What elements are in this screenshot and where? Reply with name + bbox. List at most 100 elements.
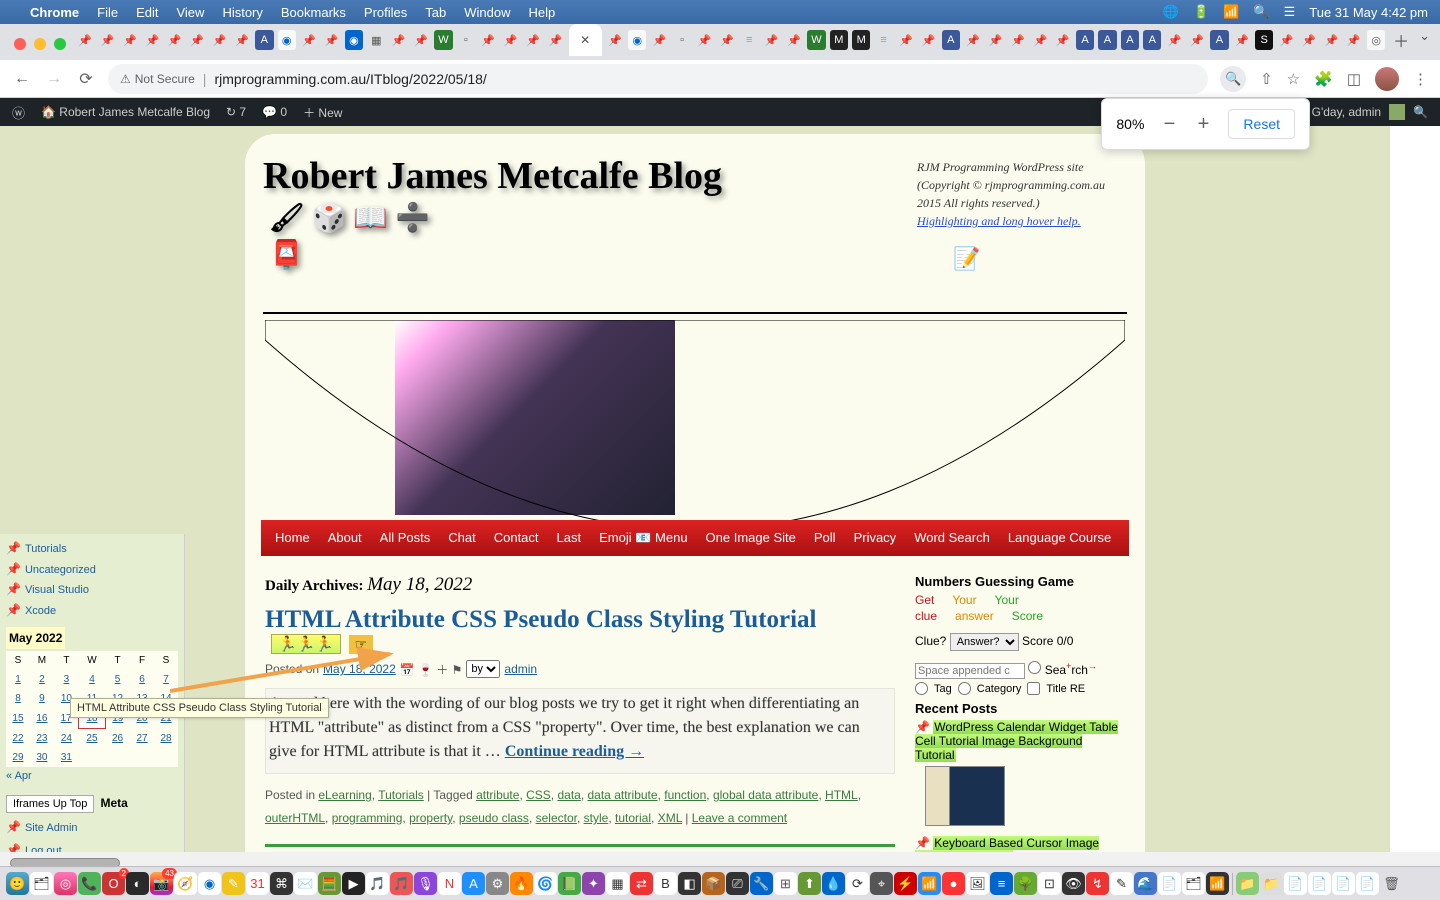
wp-comments[interactable]: 💬 0 [262,105,287,119]
tab-favicon[interactable]: 📌 [897,30,915,50]
menu-bookmarks[interactable]: Bookmarks [281,5,346,20]
meta-link[interactable]: Site Admin [25,822,78,834]
tab-favicon[interactable]: 📌 [695,30,713,50]
dock-app[interactable]: 📁 [1260,872,1283,895]
clock[interactable]: Tue 31 May 4:42 pm [1309,5,1428,20]
calendar-day-link[interactable]: 31 [61,752,72,763]
answer-select[interactable]: Answer? [950,633,1019,651]
menu-profiles[interactable]: Profiles [364,5,407,20]
tab-favicon[interactable]: 📌 [233,30,251,50]
cat-link[interactable]: Tutorials [378,788,424,802]
tab-favicon[interactable]: 📌 [1188,30,1206,50]
search-mode-radio[interactable] [1028,661,1041,674]
tab-favicon[interactable]: 📌 [1322,30,1340,50]
safari-icon[interactable]: 🧭 [174,872,197,895]
filter-cat-radio[interactable] [958,682,971,695]
continue-reading-link[interactable]: Continue reading → [505,743,644,760]
tab-favicon[interactable]: 📌 [1277,30,1295,50]
tab-favicon[interactable]: ≡ [874,30,892,50]
tag-link[interactable]: style [584,811,609,825]
chrome-icon[interactable]: ◉ [198,872,221,895]
dock-app[interactable]: 💧 [822,872,845,895]
post-title-link[interactable]: HTML Attribute CSS Pseudo Class Styling … [265,606,817,633]
tab-favicon[interactable]: A [1210,30,1228,50]
tag-link[interactable]: HTML [825,788,858,802]
dock-app[interactable]: 📦 [702,872,725,895]
nav-oneimage[interactable]: One Image Site [706,530,796,546]
dock-app[interactable]: 📄 [1332,872,1355,895]
dock-app[interactable]: ↯ [1086,872,1109,895]
tab-favicon[interactable]: 📌 [524,30,542,50]
dock-app[interactable]: ✎ [1110,872,1133,895]
calendar-day-link[interactable]: 5 [115,674,121,685]
site-title[interactable]: Robert James Metcalfe Blog 🖌 🎲 📖 ➗📮 [263,152,897,274]
calendar-day-link[interactable]: 25 [86,733,97,744]
tab-favicon[interactable]: 📌 [606,30,624,50]
tag-link[interactable]: XML [658,811,682,825]
trash-icon[interactable]: 🗑 [1380,872,1403,895]
tab-favicon[interactable]: 📌 [188,30,206,50]
nav-contact[interactable]: Contact [494,530,539,546]
wp-avatar-icon[interactable] [1389,104,1405,120]
tab-favicon[interactable]: 📌 [300,30,318,50]
dock-app[interactable]: N [438,872,461,895]
dock-app[interactable]: 🌳 [1014,872,1037,895]
tab-favicon[interactable]: 📌 [389,30,407,50]
calendar-day-link[interactable]: 22 [12,733,23,744]
run-badge[interactable]: 🏃🏃🏃 [271,634,341,654]
calendar-day-link[interactable]: 16 [36,713,47,724]
calendar-day-link[interactable]: 28 [160,733,171,744]
iframes-up-top-button[interactable]: Iframes Up Top [6,795,94,813]
tab-favicon[interactable]: A [1121,30,1139,50]
tab-favicon[interactable]: A [1143,30,1161,50]
category-link[interactable]: Tutorials [25,543,67,555]
nav-last[interactable]: Last [557,530,582,546]
dock-app[interactable]: ▶ [342,872,365,895]
tab-favicon[interactable]: ◎ [1367,30,1385,50]
menu-file[interactable]: File [97,5,118,20]
tab-favicon[interactable]: 📌 [546,30,564,50]
dock-app[interactable]: 🎙 [414,872,437,895]
spotlight-icon[interactable]: 🔍 [1253,4,1269,20]
menu-history[interactable]: History [222,5,262,20]
tab-favicon[interactable]: 📌 [1165,30,1183,50]
point-badge[interactable]: ☞ [349,635,374,654]
tab-favicon[interactable]: 📌 [143,30,161,50]
tab-favicon[interactable]: ≡ [740,30,758,50]
calendar-day-link[interactable]: 30 [36,752,47,763]
dock-app[interactable]: 🧮 [318,872,341,895]
fullscreen-window-button[interactable] [54,38,66,50]
calendar-day-link[interactable]: 6 [139,674,145,685]
calendar-day-link[interactable]: 7 [163,674,169,685]
category-link[interactable]: Visual Studio [25,584,89,596]
dock-app[interactable]: 🗂 [30,872,53,895]
tab-favicon[interactable]: ◉ [345,30,363,50]
tab-favicon[interactable]: 📌 [1300,30,1318,50]
nav-home[interactable]: Home [275,530,310,546]
calendar-day-link[interactable]: 23 [36,733,47,744]
app-name[interactable]: Chrome [30,5,79,20]
tab-favicon[interactable]: 📌 [919,30,937,50]
category-link[interactable]: Uncategorized [25,564,96,576]
author-select[interactable]: by [466,660,500,678]
tag-link[interactable]: property [409,811,452,825]
new-tab-button[interactable]: ＋ [1393,28,1409,52]
control-center-icon[interactable]: ☰ [1284,4,1296,20]
dock-app[interactable]: 📄 [1158,872,1181,895]
dock-app[interactable]: O [102,872,125,895]
tag-link[interactable]: global data attribute [713,788,818,802]
tab-favicon[interactable]: ▫ [457,30,475,50]
wp-new[interactable]: ＋ New [303,104,342,121]
tab-favicon[interactable]: 📌 [762,30,780,50]
dock-app[interactable]: 📁 [1236,872,1259,895]
extensions-icon[interactable]: 🧩 [1314,70,1333,88]
chrome-menu-icon[interactable]: ⋮ [1413,70,1428,88]
search-input[interactable] [915,663,1025,679]
menu-window[interactable]: Window [464,5,510,20]
zoom-indicator-icon[interactable]: 🔍 [1220,66,1246,92]
calendar-day-link[interactable]: 2 [39,674,45,685]
horizontal-scrollbar[interactable] [0,852,1440,866]
tab-favicon[interactable]: 📌 [412,30,430,50]
dock-app[interactable]: ◐ [126,872,149,895]
minimize-window-button[interactable] [34,38,46,50]
